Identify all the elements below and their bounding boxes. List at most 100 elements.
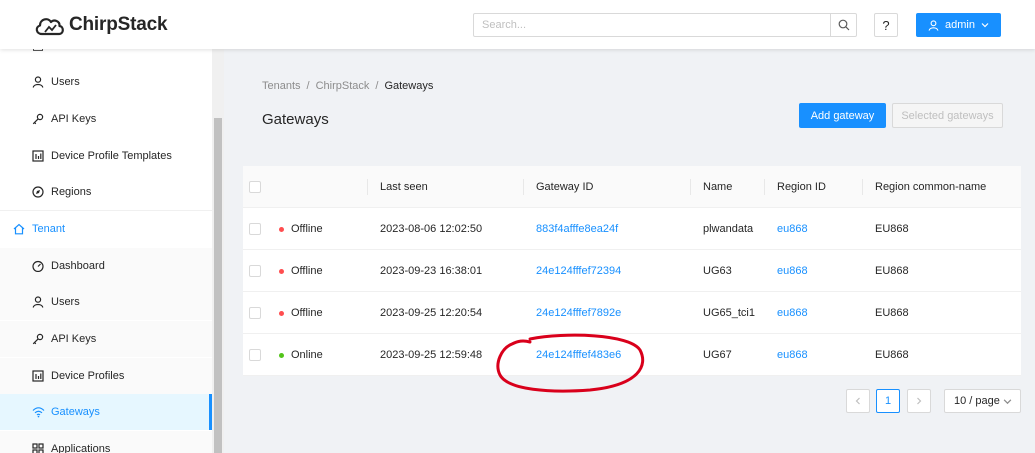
breadcrumb-separator: / <box>306 80 310 92</box>
status-text: Offline <box>291 307 323 319</box>
gateway-id-link[interactable]: 24e124fffef7892e <box>536 292 621 334</box>
sidebar-item-users[interactable]: Users <box>0 64 212 100</box>
name-cell: plwandata <box>703 223 754 235</box>
row-checkbox[interactable] <box>249 223 261 235</box>
sidebar-item-label: Tenant <box>32 223 66 235</box>
status-cell: Online <box>279 334 323 376</box>
column-header-gateway-id[interactable]: Gateway ID <box>536 166 593 208</box>
name-cell: UG65_tci1 <box>703 307 755 319</box>
sidebar-group-tenant[interactable]: Tenant <box>0 211 212 247</box>
selected-gateways-button[interactable]: Selected gateways <box>892 103 1003 128</box>
search-icon <box>838 19 849 31</box>
chevron-right-icon <box>917 397 922 405</box>
sidebar-item-label: Device Profiles <box>51 370 125 382</box>
region-name-cell: EU868 <box>875 307 909 319</box>
table-header: Last seen Gateway ID Name Region ID Regi… <box>243 166 1021 208</box>
cut-off-icon <box>33 49 43 51</box>
breadcrumb-tenants[interactable]: Tenants <box>262 80 301 92</box>
row-checkbox[interactable] <box>249 265 261 277</box>
user-menu-button[interactable]: admin <box>916 13 1001 37</box>
sidebar-item-dashboard[interactable]: Dashboard <box>0 248 212 284</box>
search-input[interactable] <box>474 14 830 36</box>
region-id-link[interactable]: eu868 <box>777 292 808 334</box>
gateway-id-link[interactable]: 24e124fffef72394 <box>536 250 621 292</box>
region-name-cell: EU868 <box>875 349 909 361</box>
chirpstack-logo[interactable]: ChirpStack <box>33 10 168 40</box>
breadcrumb-chirpstack[interactable]: ChirpStack <box>316 80 370 92</box>
table-row[interactable]: Offline 2023-08-06 12:02:50 883f4afffe8e… <box>243 208 1021 250</box>
sidebar-item-device-profiles[interactable]: Device Profiles <box>0 358 212 394</box>
last-seen-cell: 2023-09-25 12:59:48 <box>380 349 483 361</box>
sidebar-item-tenant-users[interactable]: Users <box>0 284 212 320</box>
help-button[interactable]: ? <box>874 13 898 37</box>
row-checkbox[interactable] <box>249 307 261 319</box>
table-row[interactable]: Online 2023-09-25 12:59:48 24e124fffef48… <box>243 334 1021 376</box>
next-page-button[interactable] <box>907 389 931 413</box>
wifi-icon <box>31 405 45 419</box>
sidebar-item-device-profile-templates[interactable]: Device Profile Templates <box>0 138 212 174</box>
gateway-id-link[interactable]: 883f4afffe8ea24f <box>536 208 618 250</box>
status-cell: Offline <box>279 292 323 334</box>
name-cell: UG67 <box>703 349 732 361</box>
sidebar-item-label: Dashboard <box>51 260 105 272</box>
key-icon <box>31 112 45 126</box>
column-header-name[interactable]: Name <box>703 166 732 208</box>
sidebar-item-applications[interactable]: Applications <box>0 431 212 453</box>
sidebar-item-regions[interactable]: Regions <box>0 174 212 210</box>
search-button[interactable] <box>830 14 856 36</box>
app-header: ChirpStack ? admin <box>0 0 1035 49</box>
offline-dot-icon <box>279 226 284 232</box>
sidebar-item-label: Device Profile Templates <box>51 150 172 162</box>
apps-icon <box>31 442 45 453</box>
sidebar-item-label: Users <box>51 296 80 308</box>
row-checkbox[interactable] <box>249 349 261 361</box>
sidebar-item-label: Regions <box>51 186 92 198</box>
column-header-region-id[interactable]: Region ID <box>777 166 826 208</box>
column-header-last-seen[interactable]: Last seen <box>380 166 428 208</box>
sidebar-item-api-keys[interactable]: API Keys <box>0 101 212 137</box>
template-icon <box>31 369 45 383</box>
column-divider <box>690 179 691 195</box>
breadcrumb: Tenants / ChirpStack / Gateways <box>262 80 433 92</box>
offline-dot-icon <box>279 268 284 274</box>
page-1-button[interactable]: 1 <box>876 389 900 413</box>
sidebar-item-label: Gateways <box>51 406 100 418</box>
region-name-cell: EU868 <box>875 265 909 277</box>
region-id-link[interactable]: eu868 <box>777 334 808 376</box>
add-gateway-button[interactable]: Add gateway <box>799 103 886 128</box>
select-all-checkbox[interactable] <box>249 181 261 193</box>
page-size-select[interactable]: 10 / page <box>944 389 1021 413</box>
last-seen-cell: 2023-09-23 16:38:01 <box>380 265 483 277</box>
status-cell: Offline <box>279 250 323 292</box>
table-row[interactable]: Offline 2023-09-25 12:20:54 24e124fffef7… <box>243 292 1021 334</box>
column-divider <box>862 179 863 195</box>
online-dot-icon <box>279 352 284 358</box>
chevron-down-icon <box>981 23 989 28</box>
prev-page-button[interactable] <box>846 389 870 413</box>
gateway-id-link[interactable]: 24e124fffef483e6 <box>536 334 621 376</box>
region-id-link[interactable]: eu868 <box>777 208 808 250</box>
sidebar-item-tenant-api-keys[interactable]: API Keys <box>0 321 212 357</box>
user-icon <box>31 295 45 309</box>
status-text: Online <box>291 349 323 361</box>
status-text: Offline <box>291 223 323 235</box>
sidebar-item-gateways[interactable]: Gateways <box>0 394 212 430</box>
breadcrumb-separator: / <box>375 80 379 92</box>
region-id-link[interactable]: eu868 <box>777 250 808 292</box>
breadcrumb-gateways: Gateways <box>384 80 434 92</box>
table-row[interactable]: Offline 2023-09-23 16:38:01 24e124fffef7… <box>243 250 1021 292</box>
sidebar-scrollbar-thumb[interactable] <box>214 118 222 453</box>
sidebar-item-label: API Keys <box>51 333 97 345</box>
home-icon <box>12 222 26 236</box>
sidebar-item-label: Applications <box>51 443 111 453</box>
template-icon <box>31 149 45 163</box>
last-seen-cell: 2023-08-06 12:02:50 <box>380 223 483 235</box>
column-header-region-common-name[interactable]: Region common-name <box>875 166 986 208</box>
cloud-logo-icon <box>35 18 64 36</box>
sidebar: Users API Keys Device Profile Templates … <box>0 49 212 453</box>
select-all-cell <box>249 166 261 208</box>
status-text: Offline <box>291 265 323 277</box>
key-icon <box>31 332 45 346</box>
status-cell: Offline <box>279 208 323 250</box>
user-icon <box>928 19 939 31</box>
